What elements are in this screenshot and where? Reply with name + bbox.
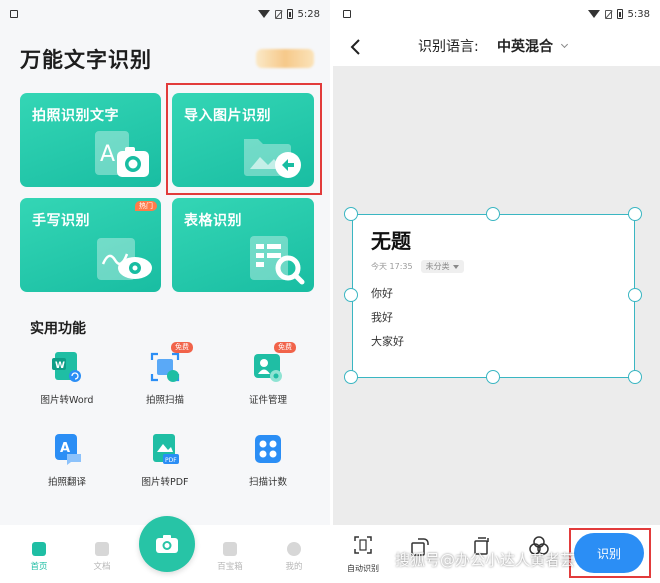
practical-features-title: 实用功能 bbox=[30, 321, 86, 337]
vip-banner[interactable] bbox=[256, 49, 314, 68]
wifi-icon bbox=[587, 10, 600, 18]
svg-text:A: A bbox=[60, 441, 70, 456]
card-label: 手写识别 bbox=[32, 213, 90, 229]
status-bar: 5:28 bbox=[0, 0, 330, 28]
doc-line: 你好 bbox=[371, 287, 393, 300]
language-select[interactable]: 中英混合 bbox=[497, 36, 553, 56]
svg-text:W: W bbox=[55, 361, 65, 371]
image-folder-icon bbox=[244, 139, 301, 178]
crop-handle-bottom[interactable] bbox=[486, 370, 500, 384]
nav-profile[interactable]: 我的 bbox=[274, 542, 314, 572]
nav-documents[interactable]: 文档 bbox=[82, 542, 122, 572]
no-sim-icon bbox=[274, 9, 282, 19]
crop-handle-bottom-right[interactable] bbox=[628, 370, 642, 384]
feature-image-to-word[interactable]: W 图片转Word bbox=[27, 350, 107, 406]
doc-meta: 今天 17:35 未分类 bbox=[371, 260, 464, 273]
word-icon: W bbox=[52, 352, 81, 382]
notification-icon bbox=[343, 10, 351, 18]
doc-category: 未分类 bbox=[420, 260, 464, 273]
home-screen: 5:28 万能文字识别 拍照识别文字 A 导入图片识别 手写识别 热门 表格识别… bbox=[0, 0, 330, 583]
nav-home[interactable]: 首页 bbox=[19, 542, 59, 572]
toolbox-icon bbox=[223, 542, 237, 556]
crop-handle-left[interactable] bbox=[344, 288, 358, 302]
status-time: 5:28 bbox=[297, 8, 320, 20]
notification-icon bbox=[10, 10, 18, 18]
svg-text:A: A bbox=[100, 142, 115, 167]
back-arrow-icon[interactable] bbox=[345, 36, 367, 58]
doc-date: 今天 17:35 bbox=[371, 262, 413, 271]
profile-icon bbox=[287, 542, 301, 556]
crop-handle-right[interactable] bbox=[628, 288, 642, 302]
wifi-icon bbox=[257, 10, 270, 18]
app-title: 万能文字识别 bbox=[20, 48, 152, 72]
caret-down-icon bbox=[452, 264, 459, 269]
free-badge: 免费 bbox=[274, 342, 296, 353]
no-sim-icon bbox=[604, 9, 612, 19]
handwriting-eye-icon bbox=[97, 238, 152, 280]
battery-icon bbox=[616, 9, 623, 19]
table-search-icon bbox=[250, 236, 305, 285]
count-icon bbox=[255, 435, 281, 463]
feature-photo-translate[interactable]: A 拍照翻译 bbox=[27, 432, 107, 488]
free-badge: 免费 bbox=[171, 342, 193, 353]
svg-text:PDF: PDF bbox=[165, 457, 177, 464]
card-label: 拍照识别文字 bbox=[32, 108, 119, 124]
feature-scan-count[interactable]: 扫描计数 bbox=[228, 432, 308, 488]
status-time: 5:38 bbox=[627, 8, 650, 20]
scan-icon bbox=[150, 352, 180, 382]
camera-button[interactable] bbox=[139, 516, 195, 572]
chevron-down-icon[interactable] bbox=[560, 40, 569, 49]
doc-title: 无题 bbox=[371, 229, 411, 253]
crop-handle-top-left[interactable] bbox=[344, 207, 358, 221]
feature-image-to-pdf[interactable]: PDF 图片转PDF bbox=[125, 432, 205, 488]
document-icon bbox=[95, 542, 109, 556]
photo-recognize-card[interactable]: 拍照识别文字 A bbox=[20, 93, 161, 187]
watermark: 搜狐号@办公小达人黄者芸 bbox=[395, 551, 576, 569]
camera-icon bbox=[156, 535, 178, 553]
import-image-card[interactable]: 导入图片识别 bbox=[172, 93, 314, 187]
crop-handle-top[interactable] bbox=[486, 207, 500, 221]
hot-badge: 热门 bbox=[135, 201, 157, 211]
crop-region[interactable]: 无题 今天 17:35 未分类 你好 我好 大家好 bbox=[352, 214, 635, 378]
recognize-button[interactable]: 识别 bbox=[574, 533, 644, 573]
status-bar: 5:38 bbox=[333, 0, 660, 28]
table-recognize-card[interactable]: 表格识别 bbox=[172, 198, 314, 292]
home-icon bbox=[32, 542, 46, 556]
card-label: 导入图片识别 bbox=[184, 108, 271, 124]
crop-handle-top-right[interactable] bbox=[628, 207, 642, 221]
card-label: 表格识别 bbox=[184, 213, 242, 229]
auto-crop-icon bbox=[354, 536, 372, 554]
battery-icon bbox=[286, 9, 293, 19]
handwriting-recognize-card[interactable]: 手写识别 热门 bbox=[20, 198, 161, 292]
feature-photo-scan[interactable]: 免费 拍照扫描 bbox=[125, 342, 205, 406]
language-label: 识别语言: bbox=[418, 39, 479, 55]
photo-document-icon: A bbox=[95, 131, 149, 177]
crop-handle-bottom-left[interactable] bbox=[344, 370, 358, 384]
feature-id-management[interactable]: 免费 证件管理 bbox=[228, 342, 308, 406]
top-bar: 识别语言: 中英混合 bbox=[333, 28, 660, 66]
pdf-icon: PDF bbox=[153, 434, 179, 464]
nav-toolbox[interactable]: 百宝箱 bbox=[210, 542, 250, 572]
translate-icon: A bbox=[55, 434, 81, 465]
id-card-icon bbox=[254, 354, 282, 382]
doc-line: 我好 bbox=[371, 311, 393, 324]
auto-recognize-tool[interactable]: 自动识别 bbox=[343, 535, 383, 574]
doc-line: 大家好 bbox=[371, 335, 404, 348]
